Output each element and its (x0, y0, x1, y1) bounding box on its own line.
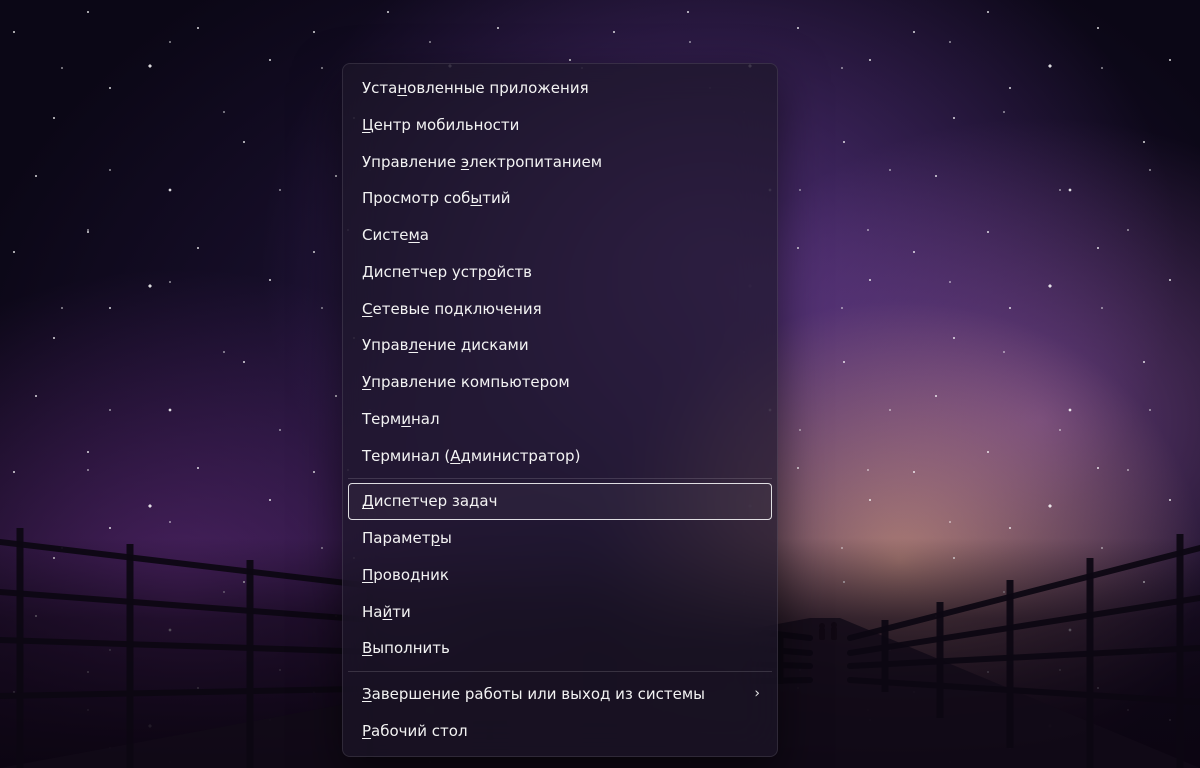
menu-desktop[interactable]: Рабочий стол (348, 713, 772, 750)
menu-disk-management[interactable]: Управление дисками (348, 327, 772, 364)
menu-search[interactable]: Найти (348, 594, 772, 631)
menu-event-viewer[interactable]: Просмотр событий (348, 180, 772, 217)
menu-terminal[interactable]: Терминал (348, 401, 772, 438)
winx-context-menu[interactable]: Установленные приложенияЦентр мобильност… (342, 63, 778, 757)
menu-task-manager[interactable]: Диспетчер задач (348, 483, 772, 520)
menu-device-manager[interactable]: Диспетчер устройств (348, 254, 772, 291)
menu-shutdown-signout[interactable]: Завершение работы или выход из системы› (348, 676, 772, 713)
menu-network-connections[interactable]: Сетевые подключения (348, 291, 772, 328)
menu-mobility-center[interactable]: Центр мобильности (348, 107, 772, 144)
menu-system[interactable]: Система (348, 217, 772, 254)
menu-file-explorer[interactable]: Проводник (348, 557, 772, 594)
menu-installed-apps[interactable]: Установленные приложения (348, 70, 772, 107)
menu-computer-management[interactable]: Управление компьютером (348, 364, 772, 401)
chevron-right-icon: › (754, 686, 760, 704)
menu-separator (348, 671, 772, 672)
menu-run[interactable]: Выполнить (348, 630, 772, 667)
menu-power-options[interactable]: Управление электропитанием (348, 144, 772, 181)
menu-settings[interactable]: Параметры (348, 520, 772, 557)
menu-terminal-admin[interactable]: Терминал (Администратор) (348, 438, 772, 475)
menu-separator (348, 478, 772, 479)
